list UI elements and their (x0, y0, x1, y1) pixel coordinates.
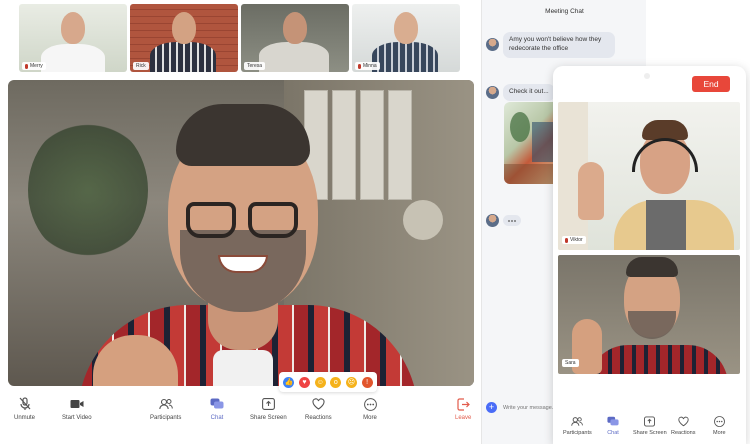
sad-icon[interactable]: ☹ (345, 376, 357, 388)
heart-icon[interactable]: ♥ (298, 376, 310, 388)
more-icon (363, 397, 377, 411)
mobile-video-viktor[interactable]: Viktor (558, 102, 740, 250)
leave-icon (456, 397, 470, 411)
participant-name-tag: Viktor (562, 236, 586, 244)
mobile-chat-button[interactable]: Chat (607, 415, 619, 436)
chat-message: Check it out... (486, 84, 555, 101)
more-button[interactable]: More (363, 397, 377, 421)
camera-notch (644, 73, 650, 79)
wow-icon[interactable]: o (330, 376, 342, 388)
leave-button[interactable]: Leave (455, 397, 471, 421)
start-video-button[interactable]: Start Video (62, 397, 92, 421)
participants-button[interactable]: Participants (150, 397, 181, 421)
heart-outline-icon (311, 397, 325, 411)
background-plant (28, 120, 148, 260)
participant-tile-teresa[interactable]: Teresa (241, 4, 349, 72)
main-speaker-video[interactable] (8, 80, 474, 386)
avatar (486, 214, 499, 227)
mobile-reactions-button[interactable]: Reactions (671, 415, 695, 436)
reactions-popup: 👍 ♥ ☺ o ☹ ! (279, 372, 377, 392)
mobile-toolbar: Participants Chat Share Screen Reactions (553, 412, 746, 444)
glasses-left (186, 202, 236, 238)
mic-off-icon (565, 237, 568, 243)
participant-name-tag: Minna (355, 62, 380, 70)
end-call-button[interactable]: End (692, 76, 730, 92)
chat-title: Meeting Chat (545, 8, 584, 15)
avatar (486, 85, 499, 99)
mobile-more-button[interactable]: More (713, 415, 726, 436)
participant-name-tag: Sara (562, 359, 579, 367)
unmute-button[interactable]: Unmute (14, 397, 35, 421)
video-camera-icon (70, 397, 84, 411)
share-screen-icon (261, 397, 275, 411)
chat-bubble: Amy you won't believe how they redecorat… (503, 32, 615, 58)
glasses-right (248, 202, 298, 238)
thumbs-up-icon[interactable]: 👍 (283, 376, 295, 388)
meeting-toolbar: Unmute Start Video Participants Chat Sha… (0, 393, 480, 433)
reactions-button[interactable]: Reactions (305, 397, 332, 421)
participants-icon (158, 397, 173, 411)
typing-indicator (503, 215, 521, 226)
participant-name-tag: Teresa (244, 62, 266, 70)
meeting-app: Merry Rick Teresa Minna 👍 ♥ ☺ o ☹ ! Unmu… (0, 0, 750, 444)
mobile-video-sara[interactable]: Sara (558, 255, 740, 374)
chat-input-bar: + (486, 402, 563, 413)
angry-icon[interactable]: ! (361, 376, 373, 388)
more-icon (713, 415, 725, 427)
chat-bubble: Check it out... (503, 84, 555, 101)
mobile-participants-button[interactable]: Participants (563, 415, 592, 436)
mobile-meeting-view: End Viktor Sara Participants Chat Share … (553, 66, 746, 444)
background-globe (403, 200, 443, 240)
participant-name-tag: Merry (22, 62, 46, 70)
mobile-share-screen-button[interactable]: Share Screen (633, 415, 667, 436)
participant-tile-rick[interactable]: Rick (130, 4, 238, 72)
heart-outline-icon (677, 415, 689, 427)
share-screen-button[interactable]: Share Screen (250, 397, 287, 421)
chat-typing-row (486, 214, 521, 227)
add-attachment-button[interactable]: + (486, 402, 497, 413)
chat-icon (210, 397, 224, 411)
microphone-off-icon (18, 397, 32, 411)
avatar (486, 38, 499, 52)
chat-message: Amy you won't believe how they redecorat… (486, 32, 615, 58)
laugh-icon[interactable]: ☺ (314, 376, 326, 388)
participants-icon (571, 415, 584, 427)
share-screen-icon (644, 415, 656, 427)
mic-off-icon (25, 63, 28, 69)
chat-icon (607, 415, 619, 427)
participant-tile-minna[interactable]: Minna (352, 4, 460, 72)
participant-name-tag: Rick (133, 62, 149, 70)
chat-button[interactable]: Chat (210, 397, 224, 421)
participant-tile-merry[interactable]: Merry (19, 4, 127, 72)
mic-off-icon (358, 63, 361, 69)
